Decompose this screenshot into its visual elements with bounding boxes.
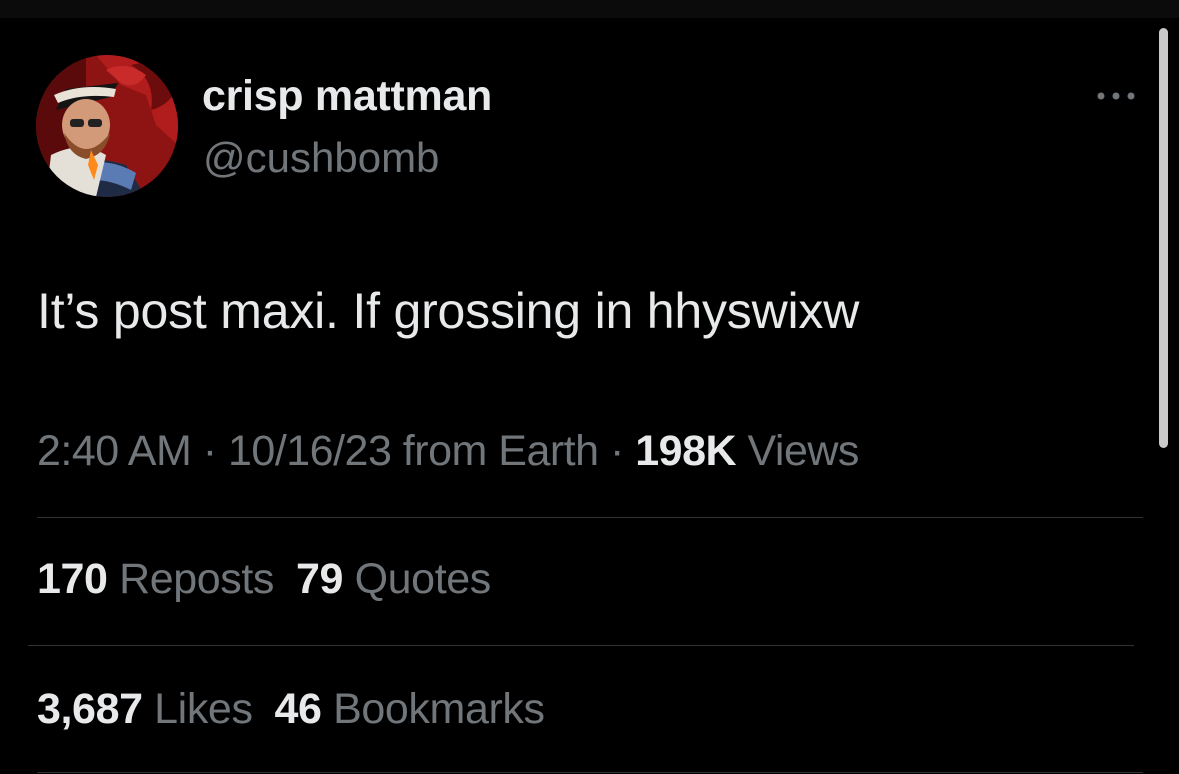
meta-separator: · xyxy=(191,427,228,475)
top-bar xyxy=(0,0,1179,18)
quotes-count: 79 xyxy=(296,555,344,603)
meta-separator: · xyxy=(598,427,636,475)
views-count: 198K xyxy=(635,427,737,475)
tweet-detail-page: crisp mattman @cushbomb It’s post maxi. … xyxy=(0,0,1179,774)
tweet-date-source[interactable]: 10/16/23 from Earth xyxy=(228,427,599,475)
bookmarks-count: 46 xyxy=(274,685,322,733)
reposts-stat[interactable]: 170 Reposts xyxy=(37,555,274,604)
tweet-time[interactable]: 2:40 AM xyxy=(37,427,192,475)
reposts-count: 170 xyxy=(37,555,108,603)
likes-label: Likes xyxy=(142,685,253,733)
avatar[interactable] xyxy=(36,55,178,197)
bookmarks-label: Bookmarks xyxy=(321,685,545,733)
views-label: Views xyxy=(736,427,860,475)
scrollbar[interactable] xyxy=(1159,28,1168,448)
tweet-text: It’s post maxi. If grossing in hhyswixw xyxy=(37,283,860,339)
divider xyxy=(28,645,1134,646)
bookmarks-stat[interactable]: 46 Bookmarks xyxy=(275,685,545,734)
more-horizontal-icon xyxy=(1097,92,1135,100)
more-options-button[interactable] xyxy=(1090,82,1142,110)
display-name[interactable]: crisp mattman xyxy=(202,72,492,121)
likes-bookmarks-row: 3,687 Likes 46 Bookmarks xyxy=(37,685,545,734)
tweet-meta: 2:40 AM · 10/16/23 from Earth · 198K Vie… xyxy=(37,427,859,476)
quotes-label: Quotes xyxy=(343,555,492,603)
quotes-stat[interactable]: 79 Quotes xyxy=(296,555,491,604)
avatar-image xyxy=(36,55,178,197)
reposts-label: Reposts xyxy=(107,555,275,603)
likes-count: 3,687 xyxy=(37,685,143,733)
user-handle[interactable]: @cushbomb xyxy=(203,134,439,182)
divider xyxy=(37,517,1143,518)
divider xyxy=(37,772,1143,773)
likes-stat[interactable]: 3,687 Likes xyxy=(37,685,253,734)
reposts-quotes-row: 170 Reposts 79 Quotes xyxy=(37,555,491,604)
